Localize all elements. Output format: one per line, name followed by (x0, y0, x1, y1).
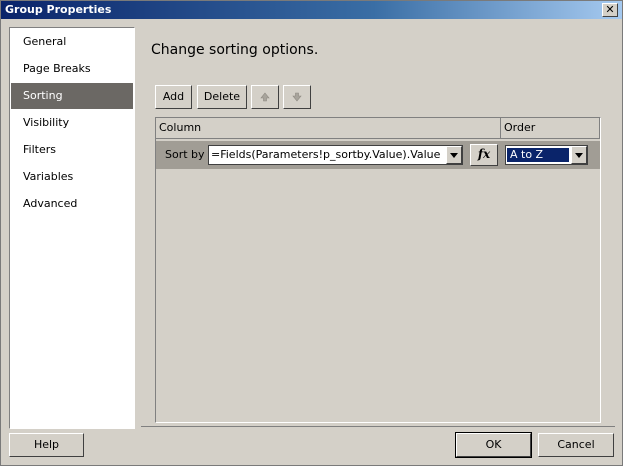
sort-expression-combo[interactable]: =Fields(Parameters!p_sortby.Value).Value (208, 145, 463, 165)
sort-order-combo[interactable]: A to Z (505, 145, 588, 165)
sort-grid: Column Order Sort by =Fields(Parameters!… (155, 117, 601, 423)
sidebar-item-filters[interactable]: Filters (11, 137, 133, 163)
fx-icon: fx (477, 147, 491, 161)
sort-expression-value: =Fields(Parameters!p_sortby.Value).Value (211, 148, 441, 161)
sidebar-item-visibility[interactable]: Visibility (11, 110, 133, 136)
footer-divider (141, 426, 615, 427)
arrow-up-icon (260, 92, 270, 102)
sidebar-item-advanced[interactable]: Advanced (11, 191, 133, 217)
sidebar: General Page Breaks Sorting Visibility F… (9, 27, 135, 429)
delete-button[interactable]: Delete (197, 85, 247, 109)
move-up-button[interactable] (251, 85, 279, 109)
ok-button[interactable]: OK (455, 432, 532, 458)
cancel-button[interactable]: Cancel (538, 433, 614, 457)
close-button[interactable]: ✕ (602, 3, 618, 17)
order-dropdown-button[interactable] (571, 146, 587, 164)
sort-order-value: A to Z (507, 148, 569, 162)
expression-builder-button[interactable]: fx (470, 144, 498, 166)
sort-row: Sort by =Fields(Parameters!p_sortby.Valu… (156, 141, 600, 169)
sidebar-item-page-breaks[interactable]: Page Breaks (11, 56, 133, 82)
sort-by-label: Sort by (165, 148, 205, 161)
sidebar-item-general[interactable]: General (11, 29, 133, 55)
help-button[interactable]: Help (9, 433, 84, 457)
page-heading: Change sorting options. (151, 42, 319, 58)
move-down-button[interactable] (283, 85, 311, 109)
expression-dropdown-button[interactable] (446, 146, 462, 164)
add-button[interactable]: Add (155, 85, 192, 109)
sidebar-item-sorting[interactable]: Sorting (11, 83, 133, 109)
title-bar: Group Properties ✕ (1, 1, 622, 19)
column-header: Column (156, 118, 501, 139)
chevron-down-icon (575, 153, 583, 158)
window-title: Group Properties (5, 3, 112, 16)
sidebar-item-variables[interactable]: Variables (11, 164, 133, 190)
arrow-down-icon (292, 92, 302, 102)
group-properties-dialog: Group Properties ✕ General Page Breaks S… (0, 0, 623, 466)
chevron-down-icon (450, 153, 458, 158)
order-header: Order (501, 118, 600, 139)
